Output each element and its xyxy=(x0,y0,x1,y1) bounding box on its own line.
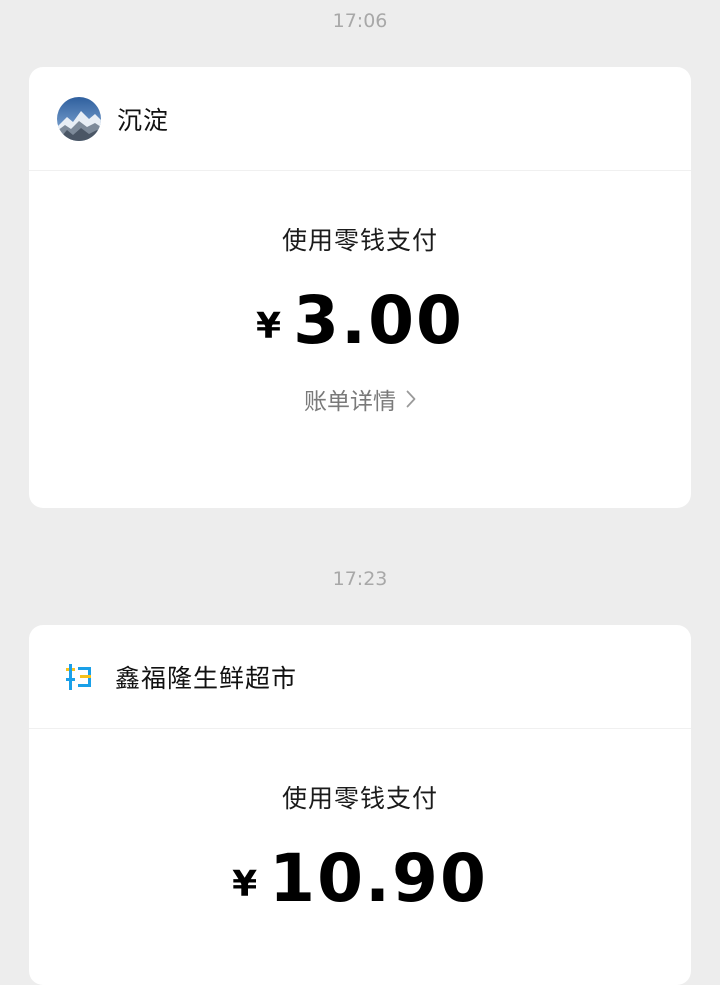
payment-method-label: 使用零钱支付 xyxy=(281,226,438,255)
chevron-right-icon xyxy=(406,390,416,408)
payment-card[interactable]: 鑫福隆生鲜超市 使用零钱支付 ¥ 10.90 xyxy=(29,625,691,985)
currency-symbol: ¥ xyxy=(232,864,258,905)
payment-amount: ¥ 10.90 xyxy=(232,834,488,930)
payment-card-header[interactable]: 沉淀 xyxy=(29,67,691,171)
message-timestamp: 17:23 xyxy=(332,568,388,590)
merchant-name: 鑫福隆生鲜超市 xyxy=(115,663,298,693)
payment-card-header[interactable]: 鑫福隆生鲜超市 xyxy=(29,625,691,729)
amount-value: 10.90 xyxy=(269,840,488,917)
bill-detail-link[interactable]: 账单详情 xyxy=(304,382,416,416)
payment-method-label: 使用零钱支付 xyxy=(281,784,438,813)
payment-amount: ¥ 3.00 xyxy=(256,276,464,372)
message-timestamp: 17:06 xyxy=(332,10,388,32)
scan-icon xyxy=(66,663,91,690)
avatar[interactable] xyxy=(57,96,101,141)
currency-symbol: ¥ xyxy=(256,306,282,347)
payment-body: 使用零钱支付 ¥ 3.00 账单详情 xyxy=(29,171,691,416)
avatar-photo-icon xyxy=(57,96,101,141)
amount-value: 3.00 xyxy=(293,282,464,359)
payment-card[interactable]: 沉淀 使用零钱支付 ¥ 3.00 账单详情 xyxy=(29,67,691,508)
bill-detail-label: 账单详情 xyxy=(304,389,396,415)
payment-body: 使用零钱支付 ¥ 10.90 xyxy=(29,729,691,930)
merchant-name: 沉淀 xyxy=(117,105,170,135)
